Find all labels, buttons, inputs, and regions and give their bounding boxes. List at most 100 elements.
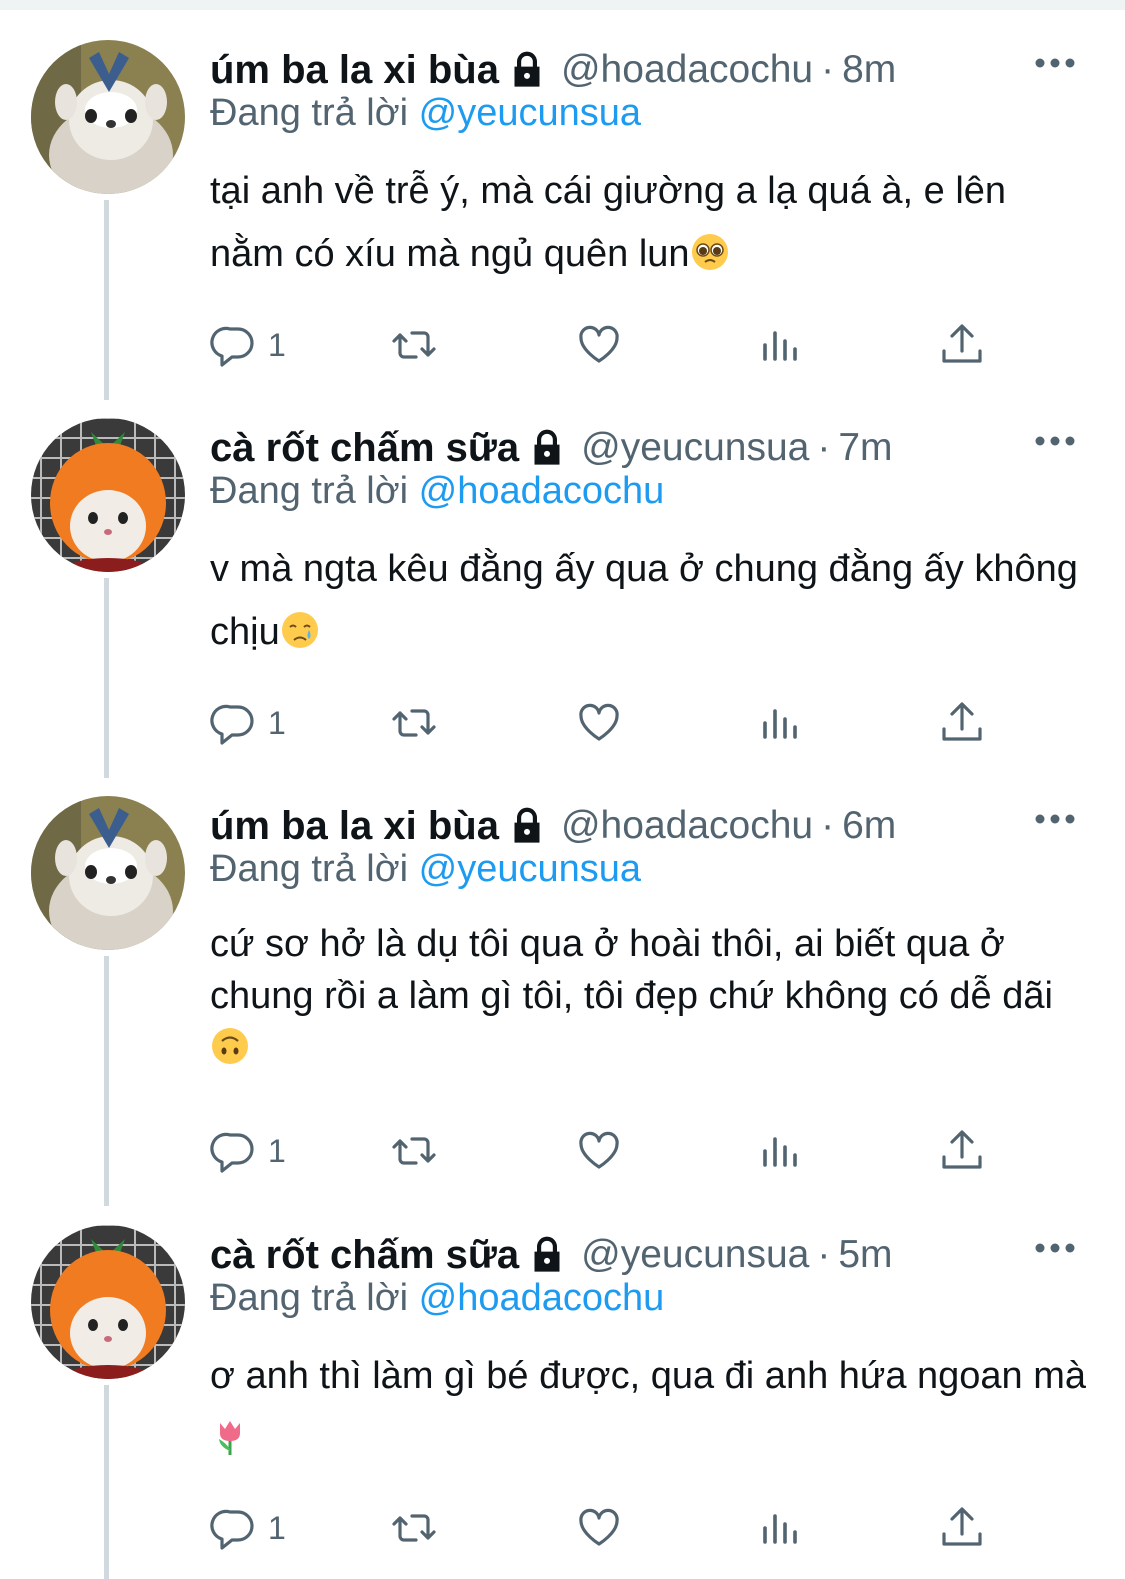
- tweet[interactable]: úm ba la xi bùa @hoadacochu · 6m Đang tr…: [0, 796, 1125, 1216]
- replying-to-label: Đang trả lời: [210, 92, 409, 134]
- tweet-text-body: cứ sơ hở là dụ tôi qua ở hoài thôi, ai b…: [210, 923, 1053, 1017]
- replying-to-label: Đang trả lời: [210, 470, 409, 512]
- tweet[interactable]: úm ba la xi bùa @hoadacochu · 8m Đang tr…: [0, 40, 1125, 420]
- avatar[interactable]: [31, 418, 185, 572]
- like-button[interactable]: [575, 1126, 623, 1176]
- tweet-header: úm ba la xi bùa @hoadacochu · 6m: [210, 796, 896, 856]
- more-options-icon[interactable]: [1030, 48, 1080, 78]
- replying-to-mention[interactable]: @yeucunsua: [419, 848, 641, 890]
- heart-icon: [579, 1508, 619, 1546]
- display-name[interactable]: cà rốt chấm sữa: [210, 1233, 519, 1278]
- replying-to-mention[interactable]: @hoadacochu: [419, 470, 665, 512]
- replying-to-mention[interactable]: @yeucunsua: [419, 92, 641, 134]
- timestamp[interactable]: 5m: [838, 1233, 892, 1277]
- tulip-emoji: [210, 1417, 250, 1457]
- tweet-text: cứ sơ hở là dụ tôi qua ở hoài thôi, ai b…: [210, 918, 1090, 1074]
- share-button[interactable]: [938, 1503, 986, 1553]
- replying-to: Đang trả lời @yeucunsua: [210, 848, 641, 891]
- user-handle[interactable]: @hoadacochu: [561, 804, 813, 848]
- avatar[interactable]: [31, 796, 185, 950]
- views-button[interactable]: [756, 1126, 804, 1176]
- crying-face-emoji: [280, 610, 320, 650]
- reply-count: 1: [268, 704, 286, 741]
- reply-icon: [210, 1132, 254, 1173]
- retweet-button[interactable]: [390, 320, 438, 370]
- penguin-hamster-avatar: [31, 40, 185, 194]
- top-divider: [0, 0, 1125, 10]
- penguin-hamster-avatar: [31, 796, 185, 950]
- tweet-header: úm ba la xi bùa @hoadacochu · 8m: [210, 40, 896, 100]
- share-button[interactable]: [938, 1126, 986, 1176]
- tweet-actions: 1: [210, 1503, 1010, 1553]
- replying-to-label: Đang trả lời: [210, 1277, 409, 1319]
- replying-to: Đang trả lời @yeucunsua: [210, 92, 641, 135]
- avatar[interactable]: [31, 40, 185, 194]
- separator-dot: ·: [817, 426, 831, 469]
- share-button[interactable]: [938, 698, 986, 748]
- upside-down-face-emoji: [210, 1026, 250, 1066]
- reply-button[interactable]: 1: [210, 1503, 286, 1553]
- more-options-icon[interactable]: [1030, 1233, 1080, 1263]
- reply-count: 1: [268, 326, 286, 363]
- share-button[interactable]: [938, 320, 986, 370]
- reply-count: 1: [268, 1132, 286, 1169]
- tweet-header: cà rốt chấm sữa @yeucunsua · 5m: [210, 1225, 893, 1285]
- more-options-icon[interactable]: [1030, 804, 1080, 834]
- reply-icon: [210, 326, 254, 367]
- retweet-button[interactable]: [390, 1503, 438, 1553]
- pleading-face-emoji: [690, 232, 730, 272]
- timestamp[interactable]: 8m: [842, 48, 896, 92]
- lock-icon: [507, 806, 547, 846]
- user-handle[interactable]: @yeucunsua: [581, 426, 809, 470]
- lock-icon: [507, 50, 547, 90]
- carrot-hamster-avatar: [31, 418, 185, 572]
- reply-button[interactable]: 1: [210, 320, 286, 370]
- replying-to-label: Đang trả lời: [210, 848, 409, 890]
- tweet-actions: 1: [210, 1126, 1010, 1176]
- separator-dot: ·: [821, 804, 835, 847]
- tweet-text: tại anh về trễ ý, mà cái giường a lạ quá…: [210, 160, 1090, 286]
- like-button[interactable]: [575, 698, 623, 748]
- retweet-icon: [392, 1514, 436, 1542]
- user-handle[interactable]: @yeucunsua: [581, 1233, 809, 1277]
- display-name[interactable]: úm ba la xi bùa: [210, 48, 499, 93]
- retweet-button[interactable]: [390, 1126, 438, 1176]
- more-options-icon[interactable]: [1030, 426, 1080, 456]
- share-icon: [942, 702, 982, 741]
- like-button[interactable]: [575, 1503, 623, 1553]
- analytics-icon: [763, 1137, 797, 1167]
- separator-dot: ·: [821, 48, 835, 91]
- avatar[interactable]: [31, 1225, 185, 1379]
- timestamp[interactable]: 7m: [838, 426, 892, 470]
- tweet-header: cà rốt chấm sữa @yeucunsua · 7m: [210, 418, 893, 478]
- reply-button[interactable]: 1: [210, 1126, 286, 1176]
- replying-to-mention[interactable]: @hoadacochu: [419, 1277, 665, 1319]
- reply-icon: [210, 1509, 254, 1550]
- views-button[interactable]: [756, 698, 804, 748]
- replying-to: Đang trả lời @hoadacochu: [210, 1277, 664, 1320]
- tweet-text: ơ anh thì làm gì bé được, qua đi anh hứa…: [210, 1345, 1090, 1471]
- views-button[interactable]: [756, 1503, 804, 1553]
- analytics-icon: [763, 1514, 797, 1544]
- heart-icon: [579, 325, 619, 363]
- display-name[interactable]: úm ba la xi bùa: [210, 804, 499, 849]
- retweet-button[interactable]: [390, 698, 438, 748]
- display-name[interactable]: cà rốt chấm sữa: [210, 426, 519, 471]
- tweet[interactable]: cà rốt chấm sữa @yeucunsua · 5m Đang trả…: [0, 1225, 1125, 1579]
- tweet-text-body: v mà ngta kêu đằng ấy qua ở chung đằng ấ…: [210, 548, 1078, 653]
- like-button[interactable]: [575, 320, 623, 370]
- user-handle[interactable]: @hoadacochu: [561, 48, 813, 92]
- retweet-icon: [392, 331, 436, 359]
- lock-icon: [527, 1235, 567, 1275]
- timestamp[interactable]: 6m: [842, 804, 896, 848]
- analytics-icon: [763, 331, 797, 361]
- heart-icon: [579, 703, 619, 741]
- reply-button[interactable]: 1: [210, 698, 286, 748]
- lock-icon: [527, 428, 567, 468]
- reply-icon: [210, 704, 254, 745]
- carrot-hamster-avatar: [31, 1225, 185, 1379]
- share-icon: [942, 1130, 982, 1169]
- tweet[interactable]: cà rốt chấm sữa @yeucunsua · 7m Đang trả…: [0, 418, 1125, 798]
- views-button[interactable]: [756, 320, 804, 370]
- share-icon: [942, 1507, 982, 1546]
